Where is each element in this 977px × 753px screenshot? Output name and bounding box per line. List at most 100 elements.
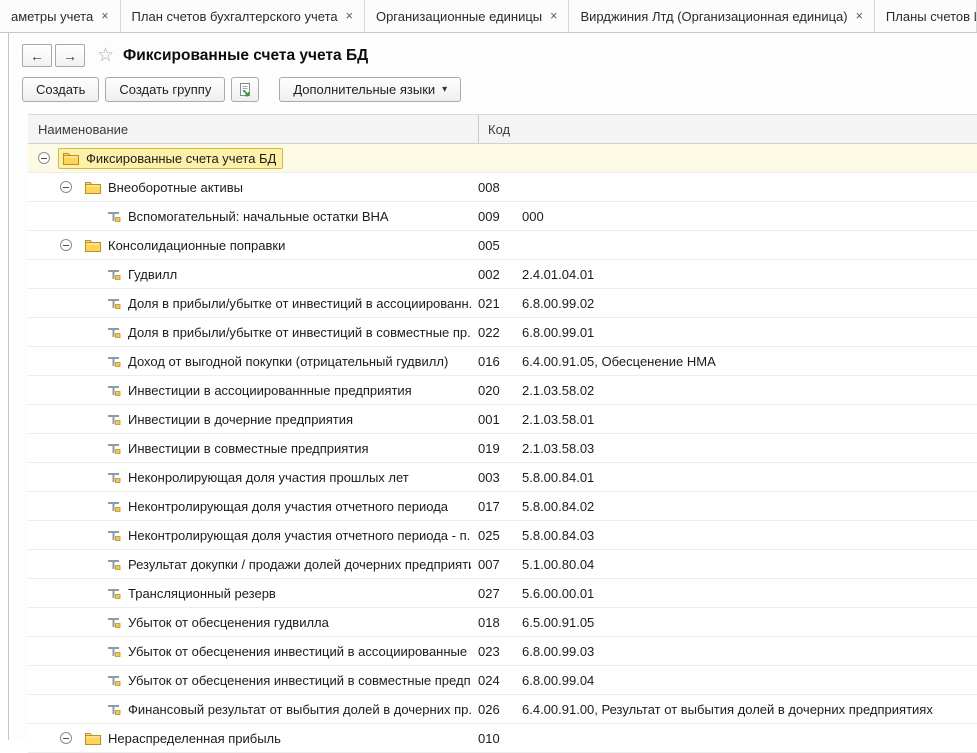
tab-label: Вирджиния Лтд (Организационная единица) [580,9,847,24]
code-cell: 002 [478,267,522,282]
mapping-cell: 5.1.00.80.04 [522,557,977,572]
name-cell-content: Убыток от обесценения инвестиций в ассоц… [102,641,478,662]
row-label: Убыток от обесценения инвестиций в совме… [128,673,471,688]
name-cell-content: Доля в прибыли/убытке от инвестиций в со… [102,322,478,343]
row-label: Финансовый результат от выбытия долей в … [128,702,471,717]
table-row[interactable]: Инвестиции в дочерние предприятия 001 2.… [28,405,977,434]
table-row[interactable]: Неконтролирующая доля участия отчетного … [28,492,977,521]
row-label: Доля в прибыли/убытке от инвестиций в ас… [128,296,471,311]
additional-languages-button[interactable]: Дополнительные языки ▾ [279,77,461,102]
tab[interactable]: аметры учета × [0,0,121,32]
account-icon [107,587,121,600]
code-cell: 003 [478,470,522,485]
tab-label: План счетов бухгалтерского учета [132,9,338,24]
name-cell-content: Внеоборотные активы [80,177,250,198]
name-cell-content: Убыток от обесценения инвестиций в совме… [102,670,478,691]
mapping-cell: 2.1.03.58.01 [522,412,977,427]
row-label: Консолидационные поправки [108,238,285,253]
table-row[interactable]: Нераспределенная прибыль 010 [28,724,977,753]
table-row[interactable]: Доля в прибыли/убытке от инвестиций в со… [28,318,977,347]
export-button[interactable] [231,77,259,102]
tree-indent [38,622,82,623]
account-icon [107,355,121,368]
row-label: Трансляционный резерв [128,586,276,601]
tab[interactable]: План счетов бухгалтерского учета × [121,0,365,32]
collapse-icon[interactable] [60,239,72,251]
tree-indent [38,274,82,275]
tab[interactable]: Вирджиния Лтд (Организационная единица) … [569,0,874,32]
table-row[interactable]: Внеоборотные активы 008 [28,173,977,202]
column-header-code[interactable]: Код [478,115,522,143]
name-cell: Убыток от обесценения инвестиций в ассоц… [28,637,478,665]
name-cell-content: Неконтролирующая доля участия отчетного … [102,496,455,517]
table-row[interactable]: Убыток от обесценения гудвилла 018 6.5.0… [28,608,977,637]
table-row[interactable]: Доход от выгодной покупки (отрицательный… [28,347,977,376]
name-cell-content: Инвестиции в ассоциированнные предприяти… [102,380,419,401]
name-cell: Консолидационные поправки [28,231,478,259]
row-label: Доля в прибыли/убытке от инвестиций в со… [128,325,471,340]
code-cell: 022 [478,325,522,340]
table-row[interactable]: Консолидационные поправки 005 [28,231,977,260]
accounts-table: Наименование Код Фиксированные счета уче… [28,114,977,753]
row-label: Убыток от обесценения гудвилла [128,615,329,630]
name-cell: Нераспределенная прибыль [28,724,478,752]
export-icon [237,82,253,98]
row-label: Неконролирующая доля участия прошлых лет [128,470,409,485]
row-label: Результат докупки / продажи долей дочерн… [128,557,471,572]
close-icon[interactable]: × [856,10,863,23]
navigation-row: ← → ☆ Фиксированные счета учета БД [9,33,977,67]
table-row[interactable]: Трансляционный резерв 027 5.6.00.00.01 [28,579,977,608]
close-icon[interactable]: × [101,10,108,23]
row-label: Вспомогательный: начальные остатки ВНА [128,209,389,224]
close-icon[interactable]: × [346,10,353,23]
table-row[interactable]: Гудвилл 002 2.4.01.04.01 [28,260,977,289]
back-button[interactable]: ← [22,44,52,67]
create-group-button-label: Создать группу [119,82,211,97]
table-row[interactable]: Убыток от обесценения инвестиций в совме… [28,666,977,695]
create-group-button[interactable]: Создать группу [105,77,225,102]
table-row[interactable]: Вспомогательный: начальные остатки ВНА 0… [28,202,977,231]
tab[interactable]: Организационные единицы × [365,0,569,32]
table-row[interactable]: Инвестиции в ассоциированнные предприяти… [28,376,977,405]
name-cell-content: Гудвилл [102,264,184,285]
column-header-mapping[interactable] [522,115,977,143]
name-cell: Убыток от обесценения гудвилла [28,608,478,636]
table-row[interactable]: Неконролирующая доля участия прошлых лет… [28,463,977,492]
code-cell: 017 [478,499,522,514]
mapping-cell: 2.1.03.58.03 [522,441,977,456]
row-label: Доход от выгодной покупки (отрицательный… [128,354,448,369]
collapse-icon[interactable] [38,152,50,164]
code-cell: 010 [478,731,522,746]
tab[interactable]: Планы счетов ИБ × [875,0,977,32]
table-row[interactable]: Финансовый результат от выбытия долей в … [28,695,977,724]
collapse-icon[interactable] [60,732,72,744]
table-row[interactable]: Убыток от обесценения инвестиций в ассоц… [28,637,977,666]
favorite-star-icon[interactable]: ☆ [97,46,114,65]
tree-indent [38,303,82,304]
tree-indent [38,477,82,478]
code-cell: 005 [478,238,522,253]
table-row[interactable]: Неконтролирующая доля участия отчетного … [28,521,977,550]
account-icon [107,384,121,397]
forward-button[interactable]: → [55,44,85,67]
toolbar: Создать Создать группу Дополнительные яз… [9,67,977,102]
code-cell: 024 [478,673,522,688]
additional-languages-label: Дополнительные языки [293,82,435,97]
column-header-name[interactable]: Наименование [28,115,478,143]
tree-indent [38,245,60,246]
tab-bar: аметры учета × План счетов бухгалтерског… [0,0,977,33]
tree-indent [38,738,60,739]
create-button[interactable]: Создать [22,77,99,102]
table-row[interactable]: Результат докупки / продажи долей дочерн… [28,550,977,579]
collapse-icon[interactable] [60,181,72,193]
name-cell-content: Результат докупки / продажи долей дочерн… [102,554,478,575]
code-cell: 018 [478,615,522,630]
name-cell: Доля в прибыли/убытке от инвестиций в ас… [28,289,478,317]
tree-indent [38,332,82,333]
table-row[interactable]: Доля в прибыли/убытке от инвестиций в ас… [28,289,977,318]
table-row[interactable]: Инвестиции в совместные предприятия 019 … [28,434,977,463]
row-label: Нераспределенная прибыль [108,731,281,746]
close-icon[interactable]: × [550,10,557,23]
table-row[interactable]: Фиксированные счета учета БД [28,144,977,173]
tree-indent [38,216,82,217]
